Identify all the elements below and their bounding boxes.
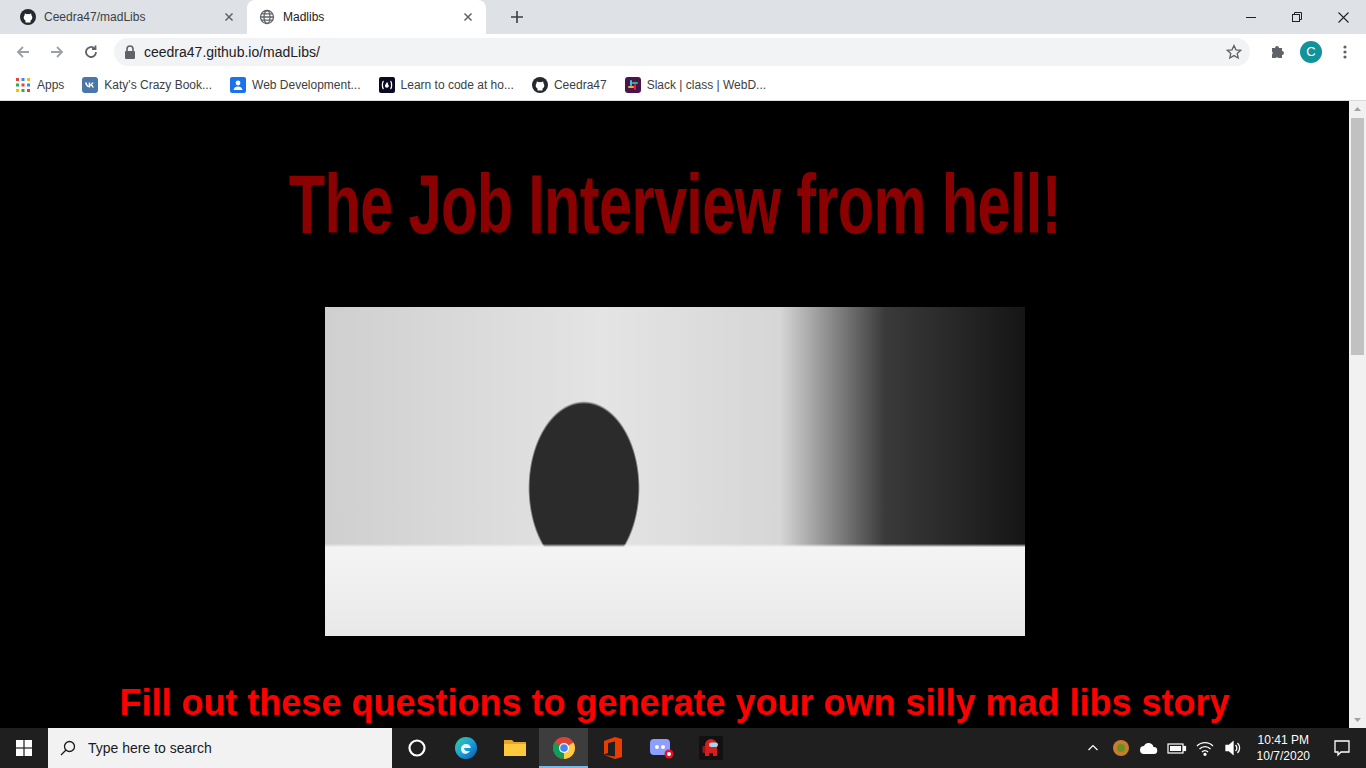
taskbar-search[interactable]: Type here to search	[48, 728, 392, 768]
bookmark[interactable]: Apps	[8, 73, 71, 97]
page-content: The Job Interview from hell! Fill out the…	[0, 101, 1349, 728]
scroll-thumb[interactable]	[1351, 118, 1364, 355]
star-icon[interactable]	[1226, 44, 1242, 60]
bookmark[interactable]: Katy's Crazy Book...	[75, 73, 219, 97]
address-bar[interactable]: ceedra47.github.io/madLibs/	[114, 38, 1250, 66]
office-icon[interactable]	[588, 728, 637, 768]
slack-icon	[625, 77, 641, 93]
bookmark[interactable]: Web Development...	[223, 73, 368, 97]
close-window-icon[interactable]	[1320, 0, 1366, 34]
close-tab-icon[interactable]	[221, 9, 237, 25]
toolbar: ceedra47.github.io/madLibs/C	[0, 34, 1366, 70]
globe-icon	[259, 9, 275, 25]
github-icon	[532, 77, 548, 93]
page-subtitle: Fill out these questions to generate you…	[0, 681, 1349, 724]
chrome-icon[interactable]	[539, 728, 588, 768]
explorer-icon[interactable]	[490, 728, 539, 768]
cortana-icon[interactable]	[392, 728, 441, 768]
windows-start-icon[interactable]	[0, 728, 48, 768]
bookmark[interactable]: Learn to code at ho...	[372, 73, 521, 97]
reload-icon[interactable]	[76, 37, 106, 67]
new-tab-icon[interactable]	[502, 2, 532, 32]
clock-time: 10:41 PM	[1257, 732, 1310, 748]
scrollbar[interactable]	[1349, 101, 1366, 728]
bookmark-label: Learn to code at ho...	[401, 76, 514, 94]
vk-icon	[82, 77, 98, 93]
bookmark-label: Ceedra47	[554, 76, 607, 94]
edge-icon[interactable]	[441, 728, 490, 768]
browser-tab[interactable]: Madlibs	[247, 0, 486, 34]
lock-icon[interactable]	[124, 45, 136, 59]
scroll-up-arrow-icon[interactable]	[1349, 101, 1366, 118]
tab-title: Madlibs	[283, 8, 452, 26]
magnifier-icon	[60, 740, 76, 756]
battery-icon[interactable]	[1165, 728, 1189, 768]
clock-date: 10/7/2020	[1257, 748, 1310, 764]
browser-tab[interactable]: Ceedra47/madLibs	[8, 0, 247, 34]
scroll-track[interactable]	[1349, 118, 1366, 711]
bookmark[interactable]: Ceedra47	[525, 73, 614, 97]
back-arrow-icon[interactable]	[8, 37, 38, 67]
freecodecamp-icon	[379, 77, 395, 93]
taskbar: Type here to search 10:41 PM10/7/2020	[0, 728, 1366, 768]
browser-window: Ceedra47/madLibs Madlibs ceedra47.github.…	[0, 0, 1366, 768]
volume-icon[interactable]	[1221, 728, 1245, 768]
menu-dots-icon[interactable]	[1330, 37, 1360, 67]
page-area: The Job Interview from hell! Fill out the…	[0, 101, 1366, 728]
show-hidden-icons-icon[interactable]	[1081, 728, 1105, 768]
bookmark-label: Web Development...	[252, 76, 361, 94]
page-title: The Job Interview from hell!	[288, 162, 1060, 246]
wifi-icon[interactable]	[1193, 728, 1217, 768]
profile-avatar[interactable]: C	[1300, 41, 1322, 63]
bookmark-label: Slack | class | WebD...	[647, 76, 766, 94]
minimize-icon[interactable]	[1228, 0, 1274, 34]
app-tray-icon[interactable]	[1109, 728, 1133, 768]
amongus-icon[interactable]	[686, 728, 735, 768]
extensions-icon[interactable]	[1262, 37, 1292, 67]
onedrive-cloud-icon[interactable]	[1137, 728, 1161, 768]
search-placeholder[interactable]: Type here to search	[88, 738, 212, 759]
restore-icon[interactable]	[1274, 0, 1320, 34]
github-icon	[20, 9, 36, 25]
bookmark-label: Katy's Crazy Book...	[104, 76, 212, 94]
system-tray: 10:41 PM10/7/2020	[1081, 728, 1366, 768]
clock[interactable]: 10:41 PM10/7/2020	[1249, 732, 1318, 764]
photo	[325, 307, 1025, 636]
bookmark[interactable]: Slack | class | WebD...	[618, 73, 773, 97]
apps-icon	[15, 77, 31, 93]
bookmarks-bar: Apps Katy's Crazy Book... Web Development.…	[0, 70, 1366, 101]
forward-arrow-icon[interactable]	[42, 37, 72, 67]
notifications-icon[interactable]	[1322, 728, 1362, 768]
bookmark-label: Apps	[37, 76, 64, 94]
tab-strip: Ceedra47/madLibs Madlibs	[0, 0, 1366, 34]
discord-icon[interactable]	[637, 728, 686, 768]
profile-button[interactable]: C	[1296, 37, 1326, 67]
close-tab-icon[interactable]	[460, 9, 476, 25]
sites-icon	[230, 77, 246, 93]
scroll-down-arrow-icon[interactable]	[1349, 711, 1366, 728]
tab-title: Ceedra47/madLibs	[44, 8, 213, 26]
url-text[interactable]: ceedra47.github.io/madLibs/	[144, 42, 1218, 63]
